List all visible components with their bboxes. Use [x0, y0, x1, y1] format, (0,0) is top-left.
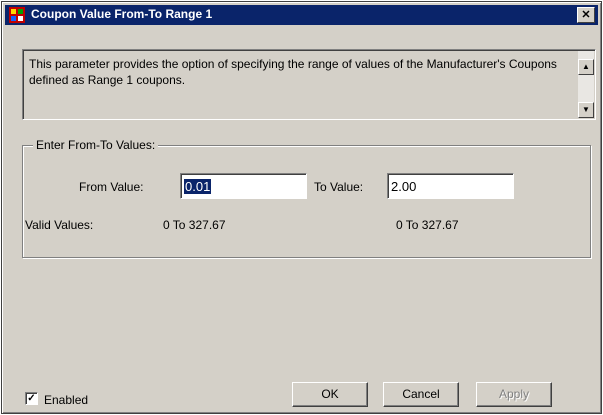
close-icon: ✕ [581, 9, 591, 21]
dialog-window: Coupon Value From-To Range 1 ✕ This para… [1, 1, 602, 414]
to-valid-range: 0 To 327.67 [396, 218, 459, 232]
description-text: This parameter provides the option of sp… [29, 57, 557, 87]
scroll-up-button[interactable]: ▲ [578, 59, 594, 75]
description-box: This parameter provides the option of sp… [22, 49, 596, 120]
group-label: Enter From-To Values: [33, 138, 159, 152]
scroll-down-icon: ▼ [582, 105, 590, 114]
scroll-down-button[interactable]: ▼ [578, 102, 594, 118]
scroll-up-icon: ▲ [582, 62, 590, 71]
from-to-group: Enter From-To Values: From Value: 0.01 T… [22, 138, 591, 258]
enabled-checkbox[interactable]: ✓ [25, 392, 38, 405]
to-value-text: 2.00 [391, 179, 417, 194]
check-icon: ✓ [27, 393, 36, 404]
from-value-label: From Value: [79, 180, 144, 194]
enabled-label[interactable]: Enabled [44, 393, 88, 407]
from-value-input[interactable]: 0.01 [180, 173, 307, 199]
cancel-button[interactable]: Cancel [383, 382, 459, 407]
title-bar[interactable]: Coupon Value From-To Range 1 ✕ [5, 5, 598, 25]
from-valid-range: 0 To 327.67 [163, 218, 226, 232]
to-value-input[interactable]: 2.00 [387, 173, 514, 199]
apply-button[interactable]: Apply [476, 382, 552, 407]
valid-values-label: Valid Values: [25, 218, 94, 232]
to-value-label: To Value: [314, 180, 364, 194]
app-icon [9, 7, 25, 23]
ok-button[interactable]: OK [292, 382, 368, 407]
close-button[interactable]: ✕ [577, 7, 595, 23]
from-value-text: 0.01 [184, 179, 212, 194]
description-scrollbar[interactable]: ▲ ▼ [578, 51, 594, 118]
window-title: Coupon Value From-To Range 1 [31, 7, 213, 21]
